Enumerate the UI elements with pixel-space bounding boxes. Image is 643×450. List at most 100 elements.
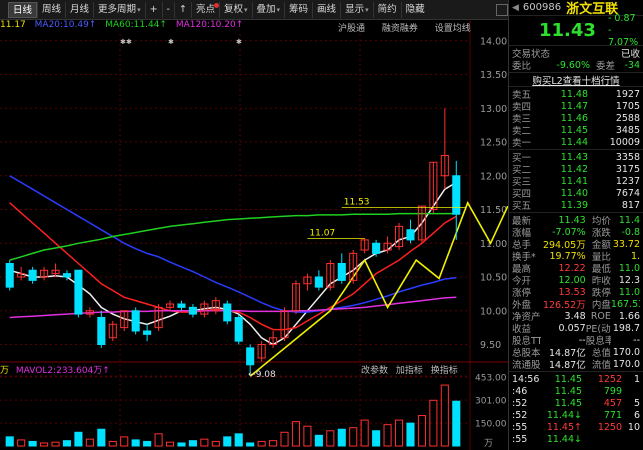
tick-time: :55 — [512, 433, 528, 445]
volume-bar — [452, 400, 461, 447]
volume-bar — [188, 440, 197, 447]
kline-chart-area[interactable]: 14.00 13.50 13.00 12.50 12.00 11.50 11.00 10.50… — [0, 0, 509, 450]
volume-bar — [372, 430, 381, 447]
toolbar-item-6[interactable]: ↑ — [173, 1, 191, 18]
price-tick-label: 12.00 — [480, 171, 507, 182]
toolbar-item-4[interactable]: + — [144, 1, 162, 18]
volume-bar — [417, 415, 426, 447]
annotation-label-11-53: 11.53 — [344, 197, 370, 207]
last-price: 11.43 — [539, 20, 596, 41]
edit-params-link[interactable]: 改参数 — [361, 366, 388, 375]
candle-body — [372, 242, 381, 254]
volume-bar — [17, 439, 26, 447]
ma-settings-link[interactable]: 设置均线 — [435, 24, 471, 34]
stat-value: 33.72 — [612, 238, 641, 250]
sell_orders-volume: 3485 — [615, 124, 640, 136]
volume-bar — [108, 440, 117, 447]
buy_orders-row[interactable]: 买五 11.39 817 — [512, 199, 640, 213]
candle-body — [223, 303, 232, 322]
volume-bar — [349, 427, 358, 447]
toolbar-item-0[interactable]: 日线 — [8, 1, 38, 18]
volume-bar — [177, 442, 186, 447]
volume-bar — [51, 441, 60, 447]
candle-body — [452, 175, 461, 215]
sell_orders-label: 卖一 — [512, 138, 532, 149]
buy-order-book: 买一 11.43 3358 买二 11.42 3175 买三 11.41 1237 买四 11.40… — [509, 150, 643, 213]
mavol-value: MAVOL2:233.604万↑ — [15, 366, 110, 375]
stat-value: 12.3 — [618, 274, 641, 286]
maximize-icon[interactable] — [496, 3, 508, 16]
price-tick-label: 14.00 — [480, 36, 507, 47]
stat-value: 11.0 — [618, 286, 641, 298]
volume-bar — [165, 441, 175, 447]
hugutong-link[interactable]: 沪股通 — [338, 24, 365, 34]
stat-value: -- — [578, 334, 586, 346]
stock-code: 600986 — [522, 2, 562, 13]
toolbar-item-7[interactable]: 亮点 — [190, 1, 219, 18]
toolbar-item-11[interactable]: 画线 — [312, 1, 340, 18]
stat-row: 流通股 14.87亿 流值 170.0 — [512, 358, 640, 372]
stat-value: 11.0 — [618, 262, 641, 274]
candle-body — [28, 269, 37, 281]
volume-tick-label: 301.00 — [475, 397, 507, 407]
toolbar-item-13[interactable]: 简约 — [372, 1, 401, 18]
volume-bar — [5, 436, 14, 447]
toolbar-item-9[interactable]: 叠加▾ — [251, 1, 285, 18]
toolbar-item-12[interactable]: 显示▾ — [340, 1, 373, 18]
stat-value: -0.8 — [621, 226, 641, 238]
volume-bar — [40, 442, 49, 447]
add-indicator-link[interactable]: 加指标 — [396, 366, 423, 375]
sell_orders-price: 11.44 — [560, 136, 588, 148]
volume-bar — [154, 433, 163, 447]
stat-value: 126.52万 — [542, 300, 586, 311]
stat-value: 19.77% — [549, 250, 586, 262]
buy_orders-volume: 3358 — [615, 151, 640, 163]
toolbar-item-label: 画线 — [317, 3, 337, 15]
sell_orders-price: 11.46 — [560, 112, 588, 124]
candle-body — [5, 263, 14, 288]
weibi-label: 委比 — [512, 61, 532, 72]
tick-time: :52 — [512, 409, 528, 421]
volume-bar — [234, 433, 243, 447]
toolbar-item-14[interactable]: 隐藏 — [400, 1, 429, 18]
toolbar-item-label: 显示 — [345, 3, 365, 15]
toolbar-item-5[interactable]: - — [161, 1, 174, 18]
stat-value: 198.7 — [612, 322, 641, 334]
kline-chart[interactable]: 14.0013.5013.0012.5012.0011.5011.0010.50… — [0, 0, 509, 450]
ma20-value: MA20:10.49↑ — [34, 20, 97, 30]
toolbar-edge — [0, 2, 8, 18]
tick-time: 14:56 — [512, 373, 540, 385]
stat-value: 11.4 — [618, 214, 641, 226]
tick-list: 14:56 11.45 1252 1:46 11.45 799:52 11.45 457 5:5… — [509, 372, 643, 446]
event-marker-icon: ✱ — [168, 38, 174, 46]
buy-l2-link[interactable]: 购买L2查看十档行情 — [532, 73, 619, 87]
toolbar-item-1[interactable]: 周线 — [37, 1, 65, 18]
switch-indicator-link[interactable]: 换指标 — [431, 366, 458, 375]
status-value: 已收 — [620, 49, 640, 60]
toolbar-item-10[interactable]: 筹码 — [284, 1, 312, 18]
sell_orders-row[interactable]: 卖一 11.44 10009 — [512, 136, 640, 150]
toolbar-item-3[interactable]: 更多周期▾ — [93, 1, 145, 18]
collapse-icon[interactable]: ◀ — [512, 3, 519, 13]
margin-trading-link[interactable]: 融资融券 — [382, 24, 418, 34]
volume-bar — [383, 424, 392, 447]
toolbar-item-8[interactable]: 复权▾ — [218, 1, 252, 18]
tick-volume: 799 — [603, 385, 622, 397]
tick-volume: 457 — [603, 397, 622, 409]
custom-trend-line — [249, 200, 509, 377]
stat-label: 内盘 — [591, 300, 611, 311]
quote-stats: 最新 11.43 均价 11.4 涨幅 -7.07% 涨跌 -0.8 总手 294.05万 金额 33… — [509, 213, 643, 372]
toolbar-item-2[interactable]: 月线 — [65, 1, 93, 18]
ma-prefix: 11.17 — [0, 20, 26, 30]
toolbar-item-label: 更多周期 — [98, 3, 137, 15]
candle-body — [234, 317, 243, 342]
volume-bar — [62, 440, 72, 447]
candle-body — [177, 303, 186, 308]
buy_orders-volume: 7674 — [615, 187, 640, 199]
buy_orders-price: 11.43 — [560, 151, 588, 163]
volume-bar — [303, 425, 312, 447]
tick-count: 1 — [633, 373, 640, 385]
l2-row: 购买L2查看十档行情 — [509, 73, 643, 87]
sell_orders-volume: 10009 — [609, 136, 640, 148]
stat-value: 294.05万 — [542, 240, 586, 251]
